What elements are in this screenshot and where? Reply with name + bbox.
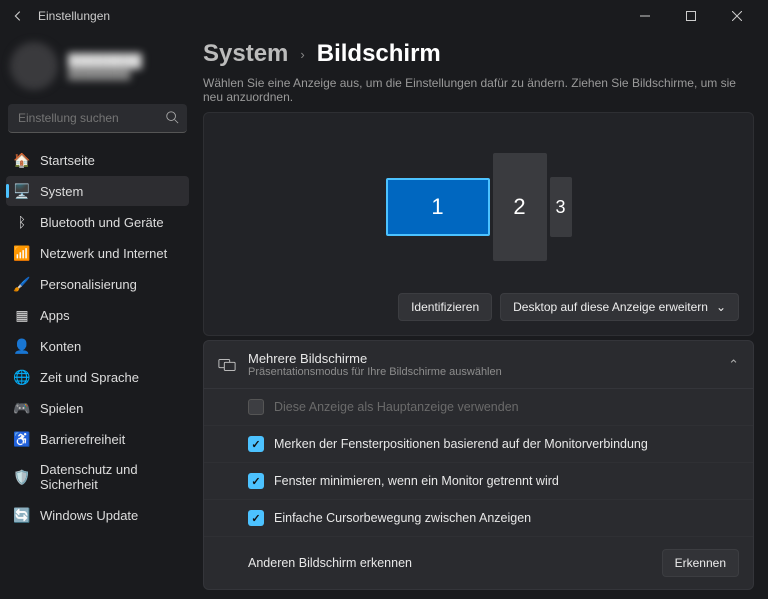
help-text: Wählen Sie eine Anzeige aus, um die Eins… [203, 76, 754, 104]
extend-dropdown[interactable]: Desktop auf diese Anzeige erweitern ⌄ [500, 293, 739, 321]
chevron-up-icon: ⌃ [728, 357, 739, 373]
accounts-icon: 👤 [14, 338, 30, 354]
sidebar-item-label: System [40, 184, 83, 199]
sidebar-item-label: Netzwerk und Internet [40, 246, 167, 261]
detect-button[interactable]: Erkennen [662, 549, 739, 577]
search-input[interactable] [8, 104, 187, 133]
sidebar-item-spielen[interactable]: 🎮 Spielen [6, 393, 189, 423]
system-icon: 🖥️ [14, 183, 30, 199]
sidebar-item-label: Startseite [40, 153, 95, 168]
profile-name: ████████ [68, 53, 142, 68]
multiple-displays-header[interactable]: Mehrere Bildschirme Präsentationsmodus f… [204, 341, 753, 388]
monitor-3[interactable]: 3 [550, 177, 572, 237]
display-duplicate-icon [218, 356, 236, 374]
sidebar-item-label: Barrierefreiheit [40, 432, 125, 447]
sidebar-item-barrierefreiheit[interactable]: ♿ Barrierefreiheit [6, 424, 189, 454]
sidebar-item-label: Datenschutz und Sicherheit [40, 462, 181, 492]
arrow-left-icon [11, 9, 25, 23]
option-label: Merken der Fensterpositionen basierend a… [274, 437, 648, 451]
maximize-button[interactable] [668, 0, 714, 32]
window-title: Einstellungen [38, 9, 110, 23]
search-box[interactable] [8, 104, 187, 133]
display-arrangement-panel: 1 2 3 Identifizieren Desktop auf diese A… [203, 112, 754, 336]
sidebar-item-windows-update[interactable]: 🔄 Windows Update [6, 500, 189, 530]
breadcrumb: System › Bildschirm [203, 40, 754, 68]
sidebar-item-label: Zeit und Sprache [40, 370, 139, 385]
sidebar-item-label: Spielen [40, 401, 83, 416]
sidebar-item-apps[interactable]: ▦ Apps [6, 300, 189, 330]
checkbox[interactable] [248, 473, 264, 489]
chevron-down-icon: ⌄ [716, 300, 726, 314]
apps-icon: ▦ [14, 307, 30, 323]
option-label: Einfache Cursorbewegung zwischen Anzeige… [274, 511, 531, 525]
option-label: Diese Anzeige als Hauptanzeige verwenden [274, 400, 519, 414]
profile-email: ████████ [68, 68, 142, 80]
card-title: Mehrere Bildschirme [248, 351, 716, 366]
display-option-row[interactable]: Merken der Fensterpositionen basierend a… [204, 425, 753, 462]
display-option-row[interactable]: Fenster minimieren, wenn ein Monitor get… [204, 462, 753, 499]
update-icon: 🔄 [14, 507, 30, 523]
breadcrumb-parent[interactable]: System [203, 40, 288, 68]
sidebar-item-datenschutz-und-sicherheit[interactable]: 🛡️ Datenschutz und Sicherheit [6, 455, 189, 499]
detect-label: Anderen Bildschirm erkennen [248, 556, 412, 570]
privacy-icon: 🛡️ [14, 469, 30, 485]
minimize-icon [640, 11, 650, 21]
multiple-displays-card: Mehrere Bildschirme Präsentationsmodus f… [203, 340, 754, 590]
identify-button[interactable]: Identifizieren [398, 293, 492, 321]
monitor-2[interactable]: 2 [493, 153, 547, 261]
sidebar-item-label: Personalisierung [40, 277, 137, 292]
home-icon: 🏠 [14, 152, 30, 168]
checkbox[interactable] [248, 510, 264, 526]
sidebar: ████████ ████████ 🏠 Startseite 🖥️ System ᛒ Bl… [0, 32, 195, 599]
checkbox [248, 399, 264, 415]
sidebar-item-label: Bluetooth und Geräte [40, 215, 164, 230]
chevron-right-icon: › [300, 47, 304, 62]
sidebar-item-label: Windows Update [40, 508, 138, 523]
personalization-icon: 🖌️ [14, 276, 30, 292]
close-button[interactable] [714, 0, 760, 32]
profile-block[interactable]: ████████ ████████ [6, 36, 189, 104]
accessibility-icon: ♿ [14, 431, 30, 447]
display-option-row: Diese Anzeige als Hauptanzeige verwenden [204, 389, 753, 425]
breadcrumb-current: Bildschirm [317, 40, 441, 68]
monitor-1[interactable]: 1 [386, 178, 490, 236]
back-button[interactable] [8, 9, 28, 23]
sidebar-item-bluetooth-und-geräte[interactable]: ᛒ Bluetooth und Geräte [6, 207, 189, 237]
sidebar-item-zeit-und-sprache[interactable]: 🌐 Zeit und Sprache [6, 362, 189, 392]
time-icon: 🌐 [14, 369, 30, 385]
network-icon: 📶 [14, 245, 30, 261]
close-icon [732, 11, 742, 21]
minimize-button[interactable] [622, 0, 668, 32]
sidebar-item-personalisierung[interactable]: 🖌️ Personalisierung [6, 269, 189, 299]
sidebar-item-system[interactable]: 🖥️ System [6, 176, 189, 206]
sidebar-item-label: Konten [40, 339, 81, 354]
card-subtitle: Präsentationsmodus für Ihre Bildschirme … [248, 366, 716, 378]
gaming-icon: 🎮 [14, 400, 30, 416]
bluetooth-icon: ᛒ [14, 214, 30, 230]
checkbox[interactable] [248, 436, 264, 452]
sidebar-item-label: Apps [40, 308, 70, 323]
display-option-row[interactable]: Einfache Cursorbewegung zwischen Anzeige… [204, 499, 753, 536]
main-content: System › Bildschirm Wählen Sie eine Anze… [195, 32, 768, 599]
sidebar-item-konten[interactable]: 👤 Konten [6, 331, 189, 361]
sidebar-item-startseite[interactable]: 🏠 Startseite [6, 145, 189, 175]
maximize-icon [686, 11, 696, 21]
search-icon [165, 110, 179, 124]
display-arrangement[interactable]: 1 2 3 [218, 127, 739, 287]
sidebar-item-netzwerk-und-internet[interactable]: 📶 Netzwerk und Internet [6, 238, 189, 268]
option-label: Fenster minimieren, wenn ein Monitor get… [274, 474, 559, 488]
avatar [10, 42, 58, 90]
